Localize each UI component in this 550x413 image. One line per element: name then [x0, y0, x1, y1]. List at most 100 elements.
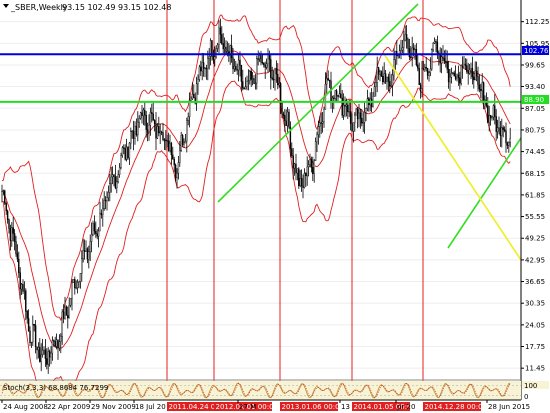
candle-body	[352, 122, 355, 132]
candle-body	[81, 258, 83, 274]
candle-body	[303, 173, 306, 188]
candle-body	[110, 176, 112, 184]
candle-body	[391, 74, 394, 86]
candle-body	[167, 140, 170, 151]
time-tick-label: 29 Nov 2009	[91, 403, 136, 411]
candle-body	[390, 85, 392, 87]
candle-body	[34, 325, 37, 348]
candle-body	[160, 131, 163, 133]
candle-body	[57, 339, 59, 349]
candle-body	[383, 73, 385, 83]
candle-body	[404, 34, 406, 41]
price-tick-label: 68.15	[525, 170, 545, 178]
candle-body	[498, 127, 500, 129]
candle-body	[340, 93, 342, 99]
candle-body	[471, 68, 474, 78]
candle-body	[508, 141, 510, 146]
price-tick-label: 87.05	[525, 105, 545, 113]
time-tick-label: 28 Jun 2015	[488, 403, 530, 411]
candle-body	[470, 68, 472, 71]
candle-body	[327, 78, 329, 81]
candle-body	[319, 122, 321, 127]
candle-body	[265, 63, 268, 68]
candle-body	[93, 223, 96, 232]
candle-body	[142, 109, 145, 116]
candle-body	[144, 109, 146, 116]
candle-body	[489, 115, 492, 119]
candle-body	[495, 116, 497, 132]
blue-level-tag-text: 102.76	[524, 47, 549, 55]
chart-window[interactable]: 2011.04.24 00:00 2012.01.01 00:00 2013.01.…	[0, 0, 550, 413]
candle-body	[345, 104, 348, 107]
candle-body	[366, 98, 369, 109]
candle-body	[503, 129, 506, 132]
candle-body	[174, 164, 177, 179]
price-tick-label: 30.35	[525, 300, 545, 308]
candle-body	[41, 349, 44, 356]
candle-body	[64, 306, 66, 319]
green-level-tag-text: 88.90	[524, 96, 544, 104]
candle-body	[270, 59, 272, 78]
candle-body	[43, 349, 45, 351]
candle-body	[145, 115, 147, 130]
candle-body	[37, 347, 40, 351]
price-chart[interactable]: 2011.04.24 00:002012.01.01 00:00 2013.01.…	[0, 0, 550, 413]
candle-body	[29, 330, 31, 343]
candle-body	[40, 354, 42, 362]
candle-body	[320, 122, 322, 124]
candle-body	[425, 66, 427, 69]
candle-body	[375, 82, 377, 88]
candle-body	[65, 306, 68, 316]
candle-body	[127, 146, 129, 159]
candle-body	[422, 67, 425, 70]
candle-body	[492, 105, 495, 118]
candle-body	[464, 63, 467, 66]
candle-body	[401, 47, 404, 51]
candle-body	[501, 127, 503, 136]
candle-body	[328, 79, 331, 82]
candle-body	[215, 48, 217, 57]
candle-body	[491, 116, 493, 119]
candle-body	[23, 290, 26, 292]
candle-body	[180, 135, 182, 151]
stochastic-label: Stoch(3,3,3) 68.8684 76.7299	[3, 384, 108, 392]
candle-body	[138, 117, 140, 123]
candle-body	[461, 65, 464, 68]
candle-body	[158, 126, 160, 134]
candle-body	[351, 123, 353, 132]
candle-body	[92, 223, 94, 235]
chart-background	[0, 0, 550, 413]
candle-body	[286, 111, 289, 127]
candle-body	[39, 347, 41, 362]
candle-body	[424, 66, 426, 70]
candle-body	[201, 62, 203, 72]
price-tick-label: 99.65	[525, 61, 545, 69]
candle-body	[198, 66, 201, 80]
candle-body	[361, 118, 363, 124]
candle-body	[163, 139, 166, 141]
candle-body	[412, 47, 415, 50]
candle-body	[481, 82, 483, 91]
candle-body	[436, 41, 439, 54]
candle-body	[47, 351, 49, 365]
chart-symbol: _SBER,Weekly	[10, 3, 68, 12]
candle-body	[376, 67, 378, 83]
price-tick-label: 112.25	[525, 18, 550, 26]
candle-body	[389, 81, 391, 87]
candle-body	[82, 249, 84, 259]
candle-body	[54, 341, 56, 347]
candle-body	[509, 138, 511, 143]
candle-body	[61, 311, 63, 337]
candle-body	[338, 93, 341, 98]
candle-body	[415, 48, 418, 66]
candle-body	[407, 39, 409, 49]
candle-body	[202, 62, 205, 69]
candle-body	[104, 200, 107, 202]
candle-body	[137, 121, 139, 136]
candle-body	[356, 108, 359, 120]
candle-body	[333, 97, 335, 100]
candle-body	[419, 84, 422, 89]
chart-ohlc: 93.15 102.49 93.15 102.48	[62, 3, 171, 12]
candle-body	[433, 40, 436, 44]
candle-body	[456, 74, 458, 80]
